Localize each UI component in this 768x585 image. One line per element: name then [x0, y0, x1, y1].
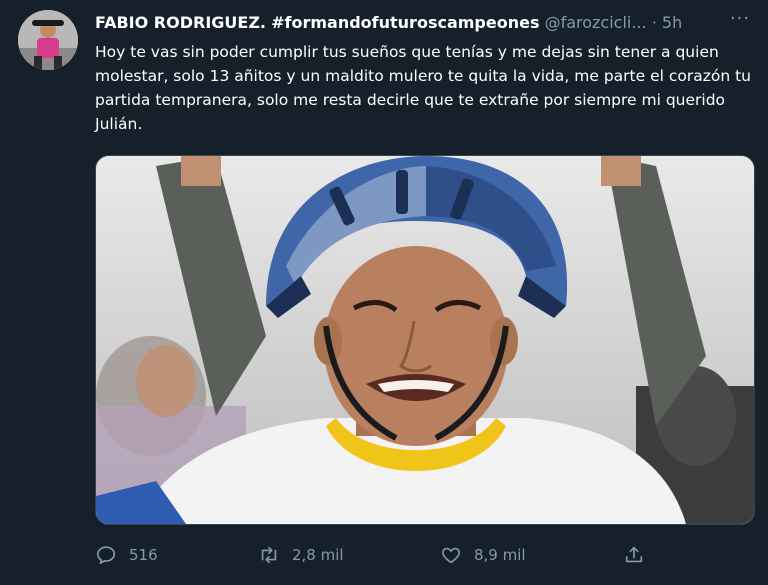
reply-button[interactable]: 516 — [95, 538, 158, 572]
like-button[interactable]: 8,9 mil — [440, 538, 526, 572]
author-avatar[interactable] — [18, 10, 78, 70]
retweet-count: 2,8 mil — [292, 546, 344, 564]
tweet[interactable]: FABIO RODRIGUEZ. #formandofuturoscampeon… — [0, 0, 768, 585]
reply-icon — [95, 544, 117, 566]
like-count: 8,9 mil — [474, 546, 526, 564]
tweet-header: FABIO RODRIGUEZ. #formandofuturoscampeon… — [95, 11, 710, 35]
retweet-icon — [258, 544, 280, 566]
retweet-button[interactable]: 2,8 mil — [258, 538, 344, 572]
tweet-text: Hoy te vas sin poder cumplir tus sueños … — [95, 43, 751, 133]
author-name[interactable]: FABIO RODRIGUEZ. — [95, 13, 266, 32]
more-icon[interactable]: ··· — [726, 10, 754, 32]
action-bar: 516 2,8 mil 8,9 mil — [95, 538, 695, 572]
author-hashtag[interactable]: #formandofuturoscampeones — [271, 13, 539, 32]
like-icon — [440, 544, 462, 566]
tweet-timestamp[interactable]: 5h — [662, 13, 682, 32]
share-icon — [623, 544, 645, 566]
author-handle[interactable]: @farozcicli... — [545, 13, 647, 32]
tweet-photo[interactable] — [95, 155, 755, 525]
reply-count: 516 — [129, 546, 158, 564]
header-separator: · — [651, 13, 657, 32]
share-button[interactable] — [623, 538, 645, 572]
